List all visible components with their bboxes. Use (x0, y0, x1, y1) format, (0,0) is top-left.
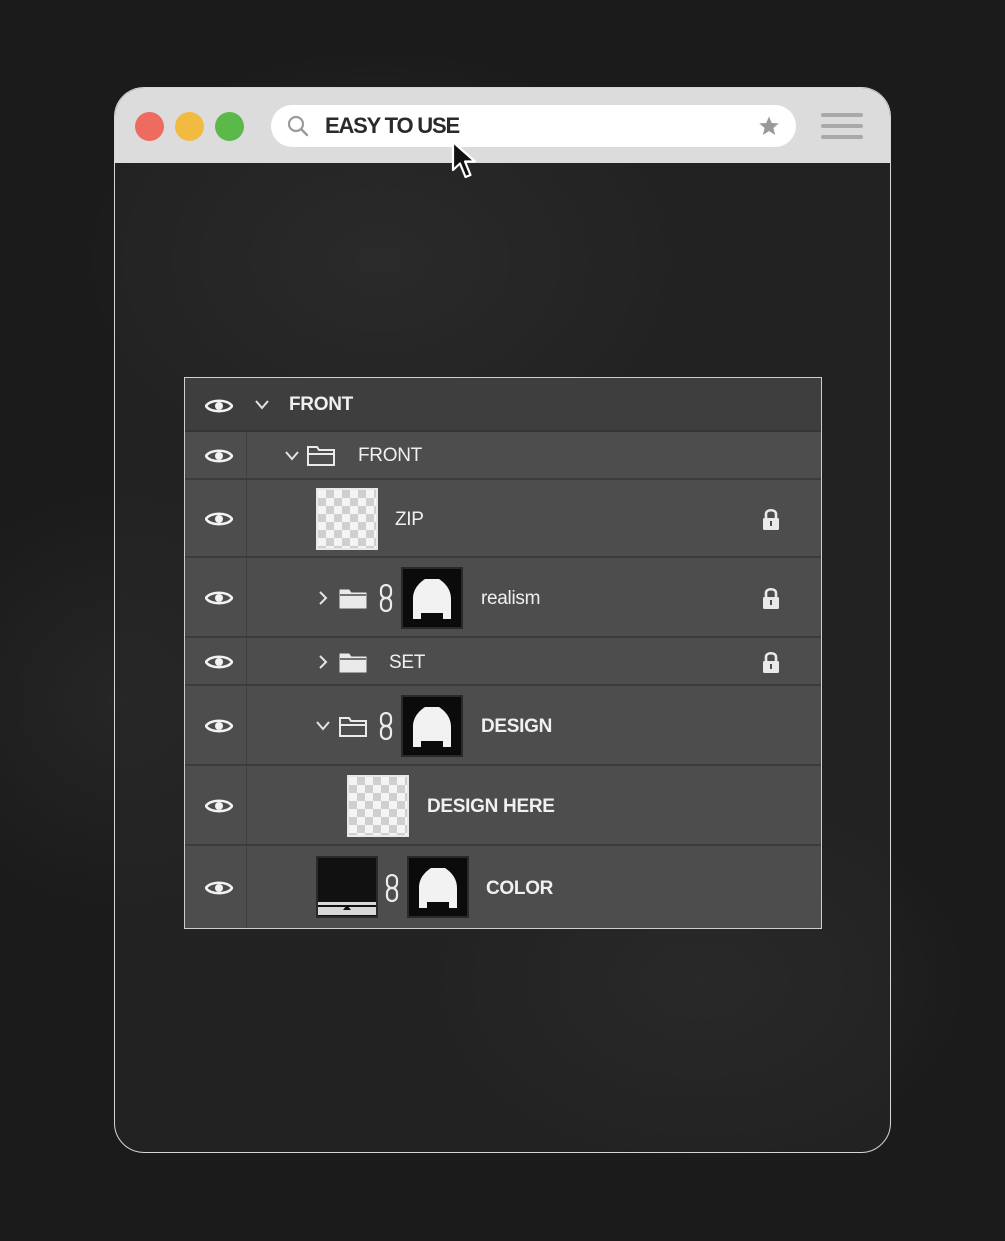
address-bar-text: EASY TO USE (325, 113, 460, 138)
eye-icon[interactable] (205, 879, 233, 897)
chevron-down-icon[interactable] (284, 449, 300, 463)
eye-icon[interactable] (205, 717, 233, 735)
layer-label: SET (389, 652, 426, 673)
fill-layer-thumbnail (316, 856, 378, 918)
chain-link-icon (379, 712, 393, 740)
browser-window: EASY TO USE FRONT FRONT ZIP realism SET … (114, 87, 891, 1153)
address-bar[interactable]: EASY TO USE (271, 105, 796, 147)
layer-row-color[interactable]: COLOR (185, 846, 821, 928)
folder-icon (339, 589, 367, 609)
chevron-right-icon[interactable] (315, 655, 331, 669)
folder-icon (339, 653, 367, 673)
hamburger-menu-icon[interactable] (821, 113, 863, 139)
eye-icon[interactable] (205, 397, 233, 415)
eye-icon[interactable] (205, 653, 233, 671)
layer-row-front-folder[interactable]: FRONT (185, 432, 821, 480)
lock-icon (763, 651, 779, 673)
layer-thumbnail (316, 488, 378, 550)
folder-open-icon (339, 717, 367, 737)
layer-row-design[interactable]: DESIGN (185, 686, 821, 766)
chain-link-icon (379, 584, 393, 612)
garment-mask-shape (413, 707, 451, 747)
title-bar: EASY TO USE (115, 88, 890, 163)
chain-link-icon (385, 874, 399, 902)
layer-label: FRONT (289, 394, 353, 415)
layer-row-set[interactable]: SET (185, 638, 821, 686)
star-icon[interactable] (758, 115, 780, 137)
search-icon (287, 115, 309, 137)
eye-icon[interactable] (205, 447, 233, 465)
close-window-button[interactable] (135, 112, 164, 141)
minimize-window-button[interactable] (175, 112, 204, 141)
layer-label: ZIP (395, 509, 424, 530)
eye-icon[interactable] (205, 510, 233, 528)
eye-icon[interactable] (205, 589, 233, 607)
layer-row-front-group-header[interactable]: FRONT (185, 378, 821, 432)
layer-label: DESIGN (481, 716, 553, 737)
maximize-window-button[interactable] (215, 112, 244, 141)
layer-mask-thumbnail (401, 695, 463, 757)
lock-icon (763, 508, 779, 530)
eye-icon[interactable] (205, 797, 233, 815)
layer-mask-thumbnail (407, 856, 469, 918)
layer-mask-thumbnail (401, 567, 463, 629)
layers-panel: FRONT FRONT ZIP realism SET DESIGN DESIG… (184, 377, 822, 929)
layer-label: DESIGN HERE (427, 796, 555, 817)
lock-icon (763, 587, 779, 609)
layer-row-realism[interactable]: realism (185, 558, 821, 638)
layer-row-zip[interactable]: ZIP (185, 480, 821, 558)
garment-mask-shape (419, 868, 457, 908)
chevron-right-icon[interactable] (315, 591, 331, 605)
garment-mask-shape (413, 579, 451, 619)
layer-label: FRONT (358, 445, 422, 466)
layer-row-design-here[interactable]: DESIGN HERE (185, 766, 821, 846)
mouse-pointer-icon (451, 140, 477, 179)
fill-slider-icon (318, 902, 376, 915)
layer-label: realism (481, 588, 541, 609)
layer-label: COLOR (486, 878, 554, 899)
chevron-down-icon[interactable] (254, 398, 270, 412)
layer-thumbnail (347, 775, 409, 837)
chevron-down-icon[interactable] (315, 719, 331, 733)
folder-open-icon (307, 446, 335, 466)
